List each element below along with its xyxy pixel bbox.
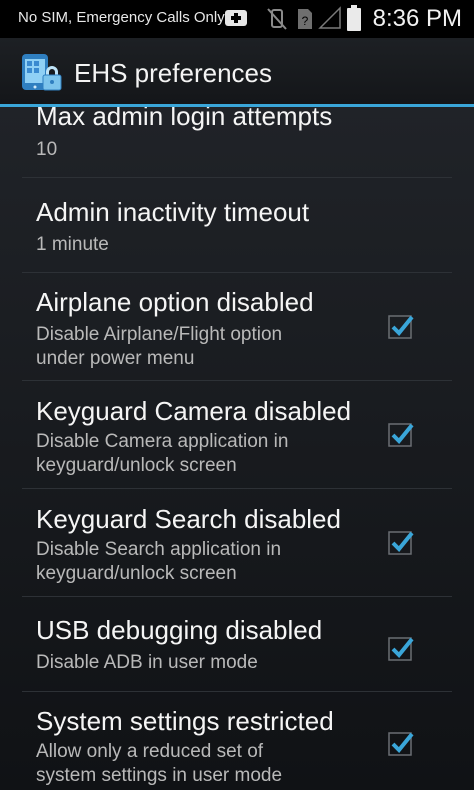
pref-title: Max admin login attempts <box>36 107 333 131</box>
clock: 8:36 PM <box>372 5 462 32</box>
pref-title: Keyguard Search disabled <box>36 504 341 534</box>
pref-summary: 1 minute <box>36 234 109 255</box>
status-bar: No SIM, Emergency Calls Only ? 8:36 PM <box>0 0 474 38</box>
pref-usb-debugging-disabled[interactable]: USB debugging disabled Disable ADB in us… <box>0 597 474 691</box>
battery-icon <box>347 5 361 31</box>
pref-summary: Disable ADB in user mode <box>36 652 258 673</box>
medical-plus-icon <box>225 10 247 26</box>
pref-title: System settings restricted <box>36 706 334 736</box>
pref-airplane-option-disabled[interactable]: Airplane option disabled Disable Airplan… <box>0 273 474 380</box>
pref-summary-line2: keyguard/unlock screen <box>36 563 237 584</box>
pref-system-settings-restricted[interactable]: System settings restricted Allow only a … <box>0 692 474 790</box>
pref-admin-inactivity-timeout[interactable]: Admin inactivity timeout 1 minute <box>0 178 474 272</box>
svg-text:?: ? <box>302 14 309 28</box>
checkbox-checked[interactable] <box>388 313 414 339</box>
pref-max-admin-login-attempts[interactable]: Max admin login attempts 10 <box>0 107 474 177</box>
pref-keyguard-search-disabled[interactable]: Keyguard Search disabled Disable Search … <box>0 489 474 596</box>
preferences-list[interactable]: Max admin login attempts 10 Admin inacti… <box>0 107 474 790</box>
app-icon[interactable] <box>20 50 64 94</box>
checkbox-checked[interactable] <box>388 421 414 447</box>
checkbox-checked[interactable] <box>388 730 414 756</box>
pref-summary-line2: keyguard/unlock screen <box>36 455 237 476</box>
checkbox-checked[interactable] <box>388 635 414 661</box>
pref-title: USB debugging disabled <box>36 615 323 645</box>
pref-title: Admin inactivity timeout <box>36 197 310 227</box>
checkbox-checked[interactable] <box>388 529 414 555</box>
pref-summary-line1: Allow only a reduced set of <box>36 741 264 762</box>
pref-summary-line2: system settings in user mode <box>36 765 283 786</box>
pref-summary-line1: Disable Airplane/Flight option <box>36 324 283 345</box>
pref-keyguard-camera-disabled[interactable]: Keyguard Camera disabled Disable Camera … <box>0 381 474 488</box>
pref-summary: 10 <box>36 139 58 160</box>
page-title: EHS preferences <box>74 58 272 88</box>
pref-summary-line1: Disable Search application in <box>36 539 282 560</box>
carrier-status: No SIM, Emergency Calls Only <box>18 9 225 26</box>
signal-icon <box>318 6 341 29</box>
status-icons: ? 8:36 PM <box>224 0 474 38</box>
pref-title: Airplane option disabled <box>36 287 314 317</box>
pref-summary-line1: Disable Camera application in <box>36 431 289 452</box>
pref-title: Keyguard Camera disabled <box>36 396 352 426</box>
vibrate-muted-icon <box>267 8 287 30</box>
pref-summary-line2: under power menu <box>36 348 195 369</box>
no-sim-icon: ? <box>298 9 312 29</box>
